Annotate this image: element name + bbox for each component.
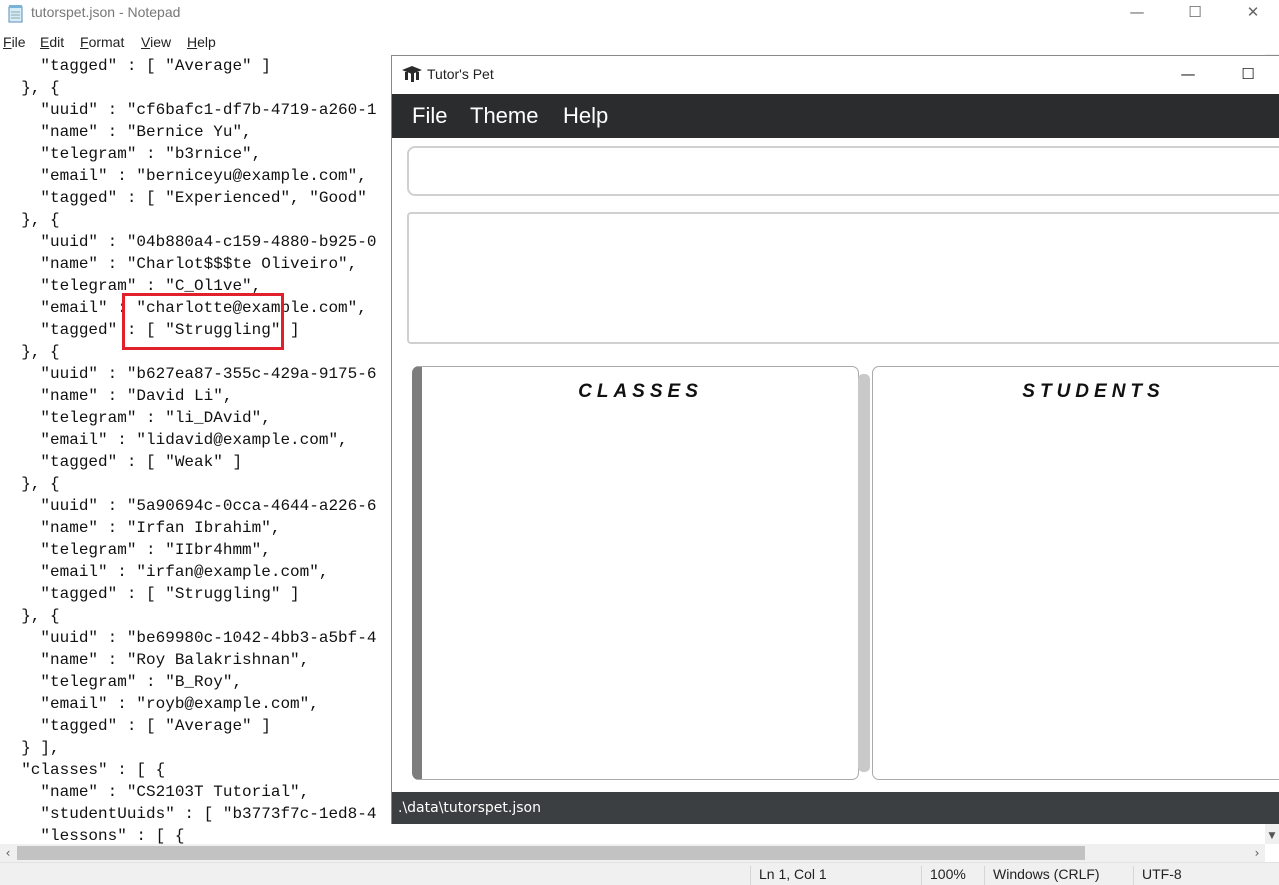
data-file-path: .\data\tutorspet.json [398,800,541,816]
editor-line: "uuid" : "b627ea87-355c-429a-9175-6 [40,365,377,383]
editor-line: "email" : "irfan@example.com", [40,563,329,581]
editor-line: "email" : "lidavid@example.com", [40,431,348,449]
editor-line: "tagged" : [ "Average" ] [40,717,271,735]
editor-line: "name" : "Roy Balakrishnan", [40,651,310,669]
tutorspet-maximize-button[interactable]: ☐ [1230,61,1266,87]
tutorspet-menu-file[interactable]: File [412,103,447,129]
tutorspet-window: Tutor's Pet — ☐ File Theme Help CLASSES … [391,55,1279,824]
notepad-menu-view[interactable]: View [141,34,171,50]
editor-line: "uuid" : "04b880a4-c159-4880-b925-0 [40,233,377,251]
editor-line: "name" : "Bernice Yu", [40,123,252,141]
notepad-menu-help[interactable]: Help [187,34,216,50]
editor-line: }, { [21,607,60,625]
notepad-minimize-button[interactable]: — [1108,0,1166,26]
editor-line: "tagged" : [ "Weak" ] [40,453,243,471]
students-panel: STUDENTS [872,366,1279,780]
editor-line: "lessons" : [ { [2,827,185,844]
editor-line: "name" : "David Li", [40,387,233,405]
notepad-title-bar: tutorspet.json - Notepad — ☐ ✕ [0,0,1279,30]
editor-line: "email" : "royb@example.com", [40,695,319,713]
editor-line: }, { [21,475,60,493]
notepad-menu-bar: File Edit Format View Help [0,32,1279,54]
scroll-left-arrow-icon[interactable]: ‹ [0,844,16,862]
editor-line: "email" : "berniceyu@example.com", [40,167,367,185]
notepad-menu-edit[interactable]: Edit [40,34,64,50]
notepad-status-bar: Ln 1, Col 1 100% Windows (CRLF) UTF-8 [0,862,1279,885]
editor-line: "telegram" : "B_Roy", [40,673,243,691]
tutorspet-status-bar: .\data\tutorspet.json [392,792,1279,824]
editor-line: }, { [21,343,60,361]
editor-text: "tagged" : [ "Average" ] }, { "uuid" : "… [2,55,376,844]
command-input[interactable] [407,146,1279,196]
editor-line: "studentUuids" : [ "b3773f7c-1ed8-4 [40,805,377,823]
notepad-window-title: tutorspet.json - Notepad [31,4,181,20]
horizontal-scroll-thumb[interactable] [17,846,1085,860]
notepad-app-icon [8,5,23,23]
classes-panel: CLASSES [412,366,859,780]
editor-line: "tagged" : [ "Struggling" ] [40,585,300,603]
encoding-status: UTF-8 [1133,866,1182,885]
editor-line: "uuid" : "be69980c-1042-4bb3-a5bf-4 [40,629,377,647]
editor-line: } ], [21,739,60,757]
editor-line: "name" : "Charlot$$$te Oliveiro", [40,255,358,273]
editor-line: "telegram" : "li_DAvid", [40,409,271,427]
notepad-horizontal-scrollbar[interactable]: ‹ › [0,844,1265,862]
editor-line: }, { [21,211,60,229]
zoom-level-status: 100% [921,866,966,885]
tutorspet-window-title: Tutor's Pet [427,66,494,82]
classes-panel-title: CLASSES [578,381,703,402]
tutorspet-menu-theme[interactable]: Theme [470,103,538,129]
notepad-menu-format[interactable]: Format [80,34,124,50]
editor-line: "tagged" : [ "Average" ] [40,57,271,75]
notepad-menu-file[interactable]: File [3,34,26,50]
tutorspet-minimize-button[interactable]: — [1170,61,1206,87]
tutorspet-title-bar: Tutor's Pet — ☐ [392,56,1279,94]
scroll-down-arrow-icon[interactable]: ▼ [1265,828,1279,844]
editor-line: "name" : "CS2103T Tutorial", [40,783,310,801]
editor-line: "uuid" : "cf6bafc1-df7b-4719-a260-1 [40,101,377,119]
editor-line: "telegram" : "b3rnice", [40,145,262,163]
editor-line: "telegram" : "IIbr4hmm", [40,541,271,559]
tutorspet-main-area: CLASSES STUDENTS [392,138,1279,792]
scroll-right-arrow-icon[interactable]: › [1249,844,1265,862]
notepad-maximize-button[interactable]: ☐ [1166,0,1224,26]
tutorspet-menu-help[interactable]: Help [563,103,608,129]
panel-split-divider[interactable] [858,374,870,772]
editor-line: "name" : "Irfan Ibrahim", [40,519,281,537]
tutorspet-app-icon [402,66,422,82]
notepad-close-button[interactable]: ✕ [1224,0,1279,26]
editor-line: "tagged" : [ "Experienced", "Good" [40,189,367,207]
editor-line: "uuid" : "5a90694c-0cca-4644-a226-6 [40,497,377,515]
highlight-annotation-box [122,293,284,350]
result-display[interactable] [407,212,1279,344]
cursor-position-status: Ln 1, Col 1 [750,866,827,885]
editor-line: "classes" : [ { [21,761,166,779]
tutorspet-menu-bar: File Theme Help [392,94,1279,138]
students-panel-title: STUDENTS [1022,381,1165,402]
line-ending-status: Windows (CRLF) [984,866,1100,885]
editor-line: }, { [21,79,60,97]
